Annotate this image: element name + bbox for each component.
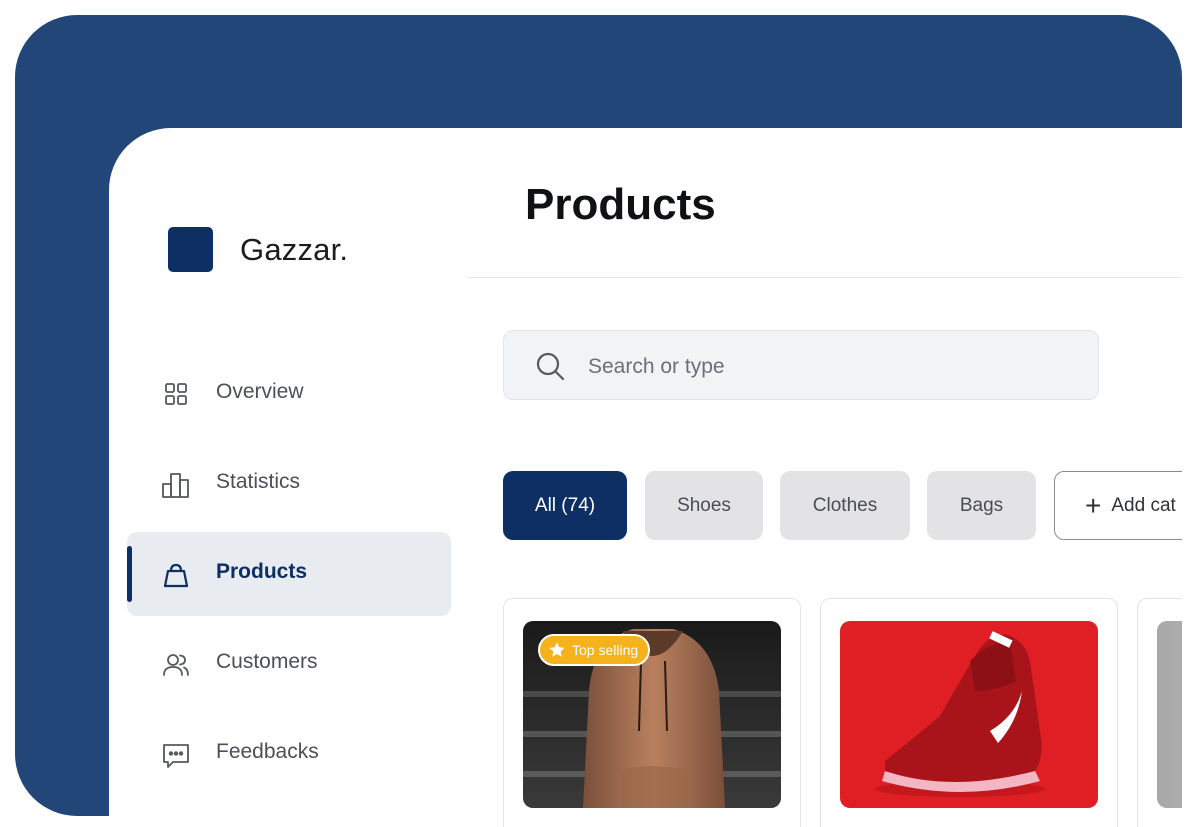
product-card[interactable]: Top selling: [503, 598, 801, 827]
plus-icon: +: [1085, 489, 1102, 521]
search-bar[interactable]: [503, 330, 1099, 400]
bar-chart-icon: [162, 473, 189, 498]
page-title: Products: [525, 180, 716, 229]
add-category-button[interactable]: + Add cat: [1054, 471, 1182, 540]
sidebar-item-label: Feedbacks: [216, 740, 319, 763]
sidebar-item-label: Statistics: [216, 470, 301, 493]
sidebar-item-feedbacks[interactable]: Feedbacks: [127, 712, 451, 796]
product-image-hoodie: Top selling: [523, 621, 781, 808]
message-icon: [163, 744, 189, 768]
sidebar-item-statistics[interactable]: Statistics: [127, 442, 451, 526]
sidebar-item-label: Customers: [216, 650, 318, 673]
star-icon: [549, 642, 565, 657]
product-image-sneaker: [840, 621, 1098, 808]
active-indicator: [127, 546, 132, 602]
add-category-label: Add cat: [1111, 494, 1176, 516]
header-divider: [467, 277, 1182, 278]
filter-chip-bags[interactable]: Bags: [927, 471, 1036, 540]
sidebar-item-products[interactable]: Products: [127, 532, 451, 616]
sidebar-item-overview[interactable]: Overview: [127, 352, 451, 436]
product-card[interactable]: [820, 598, 1118, 827]
product-card[interactable]: [1137, 598, 1182, 827]
top-selling-badge: Top selling: [538, 634, 651, 666]
filter-chip-clothes[interactable]: Clothes: [780, 471, 910, 540]
users-icon: [163, 654, 189, 676]
sidebar-item-customers[interactable]: Customers: [127, 622, 451, 706]
app-window: Gazzar. Overview Statistics Products Cus…: [109, 128, 1182, 827]
shopping-bag-icon: [163, 563, 189, 588]
main-content: Products All (74) Shoes Clothes Bags + A…: [467, 128, 1182, 827]
product-image-gray: [1157, 621, 1182, 808]
badge-label: Top selling: [572, 642, 639, 658]
search-input[interactable]: [586, 349, 1070, 385]
grid-icon: [165, 383, 187, 405]
brand-name: Gazzar.: [240, 232, 349, 267]
search-icon: [536, 352, 565, 381]
filter-chip-all[interactable]: All (74): [503, 471, 627, 540]
sidebar-item-label: Overview: [216, 380, 304, 403]
filter-chip-shoes[interactable]: Shoes: [645, 471, 763, 540]
brand-logo: [168, 227, 213, 272]
sidebar-item-label: Products: [216, 560, 308, 583]
